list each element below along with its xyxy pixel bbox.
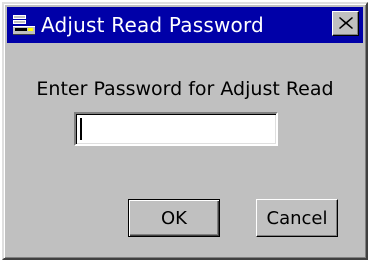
app-icon xyxy=(13,15,35,35)
text-caret xyxy=(80,118,82,140)
dialog-title: Adjust Read Password xyxy=(41,13,264,37)
ok-button[interactable]: OK xyxy=(128,199,220,237)
close-icon xyxy=(338,14,353,33)
password-input[interactable] xyxy=(74,112,278,146)
password-prompt: Enter Password for Adjust Read xyxy=(36,78,334,100)
password-dialog: Adjust Read Password Enter Password for … xyxy=(2,2,368,260)
close-button[interactable] xyxy=(332,11,359,36)
title-bar[interactable]: Adjust Read Password xyxy=(7,7,363,43)
cancel-button[interactable]: Cancel xyxy=(256,199,338,237)
